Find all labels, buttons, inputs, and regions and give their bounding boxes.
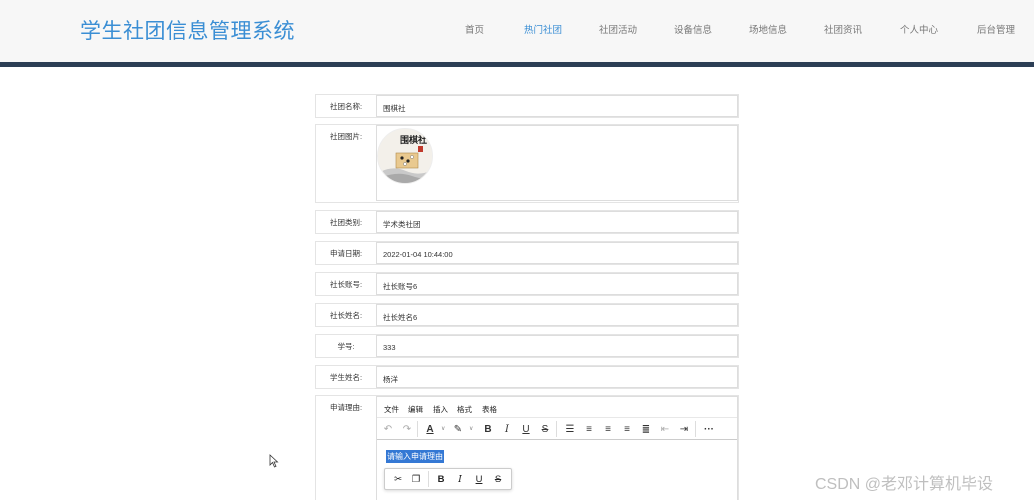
strikethrough-icon[interactable]: S <box>491 473 505 486</box>
toolbar-separator <box>556 421 557 437</box>
align-left-icon[interactable]: ≡ <box>582 423 596 436</box>
student-name-field[interactable]: 杨洋 <box>376 366 738 388</box>
align-right-icon[interactable]: ≡ <box>620 423 634 436</box>
menu-file[interactable]: 文件 <box>384 404 399 415</box>
chevron-down-icon[interactable]: ∨ <box>469 425 473 432</box>
undo-icon[interactable]: ↶ <box>381 423 395 436</box>
main-nav: 首页 热门社团 社团活动 设备信息 场地信息 社团资讯 个人中心 后台管理 <box>0 22 1034 38</box>
editor-toolbar: ↶ ↷ A ∨ ✎ ∨ B I U S ☰ ≡ ≡ ≡ ≣ ⇤ ⇥ ··· <box>377 418 737 440</box>
menu-format[interactable]: 格式 <box>457 404 472 415</box>
club-name-label: 社团名称: <box>329 102 363 111</box>
nav-personal-center[interactable]: 个人中心 <box>900 22 938 36</box>
leader-account-field[interactable]: 社长账号6 <box>376 273 738 295</box>
text-color-icon[interactable]: A <box>423 423 437 436</box>
club-image[interactable]: 围棋社 <box>377 128 433 184</box>
strikethrough-icon[interactable]: S <box>538 423 552 436</box>
toolbar-separator <box>417 421 418 437</box>
student-id-field[interactable]: 333 <box>376 335 738 357</box>
nav-home[interactable]: 首页 <box>465 22 484 36</box>
apply-date-field[interactable]: 2022-01-04 10:44:00 <box>376 242 738 264</box>
editor-menubar: 文件 编辑 插入 格式 表格 <box>377 397 737 418</box>
toolbar-separator <box>428 471 429 487</box>
menu-table[interactable]: 表格 <box>482 404 497 415</box>
apply-date-label: 申请日期: <box>329 249 363 258</box>
underline-icon[interactable]: U <box>472 473 486 486</box>
cut-icon[interactable]: ✂ <box>391 473 405 486</box>
reason-placeholder-text[interactable]: 请输入申请理由 <box>386 450 444 463</box>
align-center-icon[interactable]: ≡ <box>601 423 615 436</box>
nav-equipment[interactable]: 设备信息 <box>674 22 712 36</box>
bold-icon[interactable]: B <box>481 423 495 436</box>
student-name-label: 学生姓名: <box>329 373 363 382</box>
header-divider-bar <box>0 62 1034 67</box>
club-name-field[interactable]: 围棋社 <box>376 95 738 117</box>
toolbar-separator <box>695 421 696 437</box>
more-icon[interactable]: ··· <box>702 423 716 436</box>
reason-label: 申请理由: <box>329 403 363 412</box>
outdent-icon[interactable]: ⇤ <box>658 423 672 436</box>
menu-edit[interactable]: 编辑 <box>408 404 423 415</box>
nav-club-news[interactable]: 社团资讯 <box>824 22 862 36</box>
highlight-icon[interactable]: ✎ <box>451 423 465 436</box>
editor-content[interactable]: 请输入申请理由 ✂ ❐ B I U S <box>377 440 737 500</box>
italic-icon[interactable]: I <box>500 423 514 436</box>
line-height-icon[interactable]: ☰ <box>563 423 577 436</box>
justify-icon[interactable]: ≣ <box>639 423 653 436</box>
chevron-down-icon[interactable]: ∨ <box>441 425 445 432</box>
floating-toolbar: ✂ ❐ B I U S <box>384 468 512 490</box>
leader-name-label: 社长姓名: <box>329 311 363 320</box>
leader-name-field[interactable]: 社长姓名6 <box>376 304 738 326</box>
menu-insert[interactable]: 插入 <box>433 404 448 415</box>
club-type-label: 社团类别: <box>329 218 363 227</box>
nav-venues[interactable]: 场地信息 <box>749 22 787 36</box>
italic-icon[interactable]: I <box>453 473 467 486</box>
nav-hot-clubs[interactable]: 热门社团 <box>524 22 562 36</box>
nav-club-activities[interactable]: 社团活动 <box>599 22 637 36</box>
indent-icon[interactable]: ⇥ <box>677 423 691 436</box>
club-type-field[interactable]: 学术类社团 <box>376 211 738 233</box>
top-header: 学生社团信息管理系统 首页 热门社团 社团活动 设备信息 场地信息 社团资讯 个… <box>0 0 1034 63</box>
copy-icon[interactable]: ❐ <box>409 473 423 486</box>
club-image-text: 围棋社 <box>400 134 427 146</box>
bold-icon[interactable]: B <box>434 473 448 486</box>
underline-icon[interactable]: U <box>519 423 533 436</box>
nav-admin[interactable]: 后台管理 <box>977 22 1015 36</box>
watermark-text: CSDN @老邓计算机毕设 <box>815 476 994 493</box>
mouse-cursor-icon <box>269 454 279 468</box>
reason-editor[interactable]: 文件 编辑 插入 格式 表格 ↶ ↷ A ∨ ✎ ∨ B I U S ☰ ≡ ≡… <box>376 396 738 500</box>
club-image-box: 围棋社 <box>376 125 738 201</box>
club-image-label: 社团图片: <box>329 132 363 141</box>
leader-account-label: 社长账号: <box>329 280 363 289</box>
redo-icon[interactable]: ↷ <box>400 423 414 436</box>
student-id-label: 学号: <box>337 342 355 351</box>
